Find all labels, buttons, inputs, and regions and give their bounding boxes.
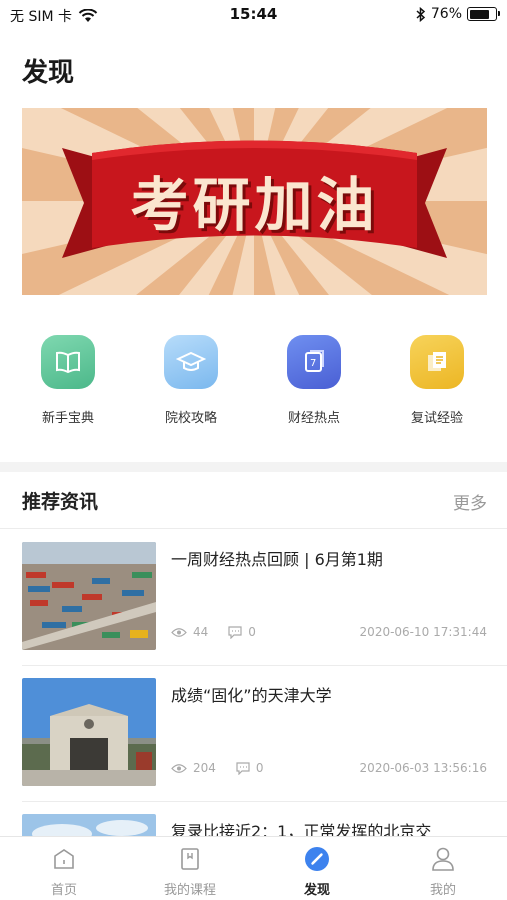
home-icon <box>54 849 74 869</box>
user-icon <box>432 847 454 871</box>
news-date: 2020-06-10 17:31:44 <box>359 625 487 639</box>
section-title: 推荐资讯 <box>22 491 99 513</box>
tab-label: 发现 <box>303 883 330 898</box>
quick-entry-label: 院校攻略 <box>164 411 217 426</box>
comment-icon <box>236 761 250 775</box>
views: 204 <box>171 761 216 775</box>
quick-entry-label: 新手宝典 <box>41 411 94 426</box>
quick-entry-retest-experience[interactable]: 复试经验 <box>382 335 492 426</box>
tab-label: 我的 <box>429 883 456 898</box>
quick-entry-beginner-guide[interactable]: 新手宝典 <box>13 335 123 426</box>
quick-entry-label: 复试经验 <box>410 411 463 426</box>
news-thumbnail-port <box>22 542 156 650</box>
tab-label: 首页 <box>50 883 77 898</box>
finance-news-icon: 7 <box>287 335 341 389</box>
views: 44 <box>171 625 208 639</box>
news-date: 2020-06-03 13:56:16 <box>359 761 487 775</box>
more-link[interactable]: 更多 <box>453 489 487 514</box>
view-count: 44 <box>193 625 209 639</box>
comment-count: 0 <box>255 761 264 775</box>
tab-home[interactable]: 首页 <box>14 845 114 898</box>
header-divider <box>0 528 507 529</box>
tab-my-courses[interactable]: 我的课程 <box>140 845 240 898</box>
news-title[interactable]: 成绩“固化”的天津大学 <box>171 682 491 706</box>
compass-icon <box>305 847 329 871</box>
book-icon <box>41 335 95 389</box>
graduation-cap-icon <box>164 335 218 389</box>
news-item[interactable]: 成绩“固化”的天津大学 204 0 2020-06-03 13:56:16 <box>0 666 507 802</box>
battery-icon <box>467 7 500 21</box>
comments: 0 <box>236 761 264 775</box>
documents-icon <box>410 335 464 389</box>
news-meta: 204 0 2020-06-03 13:56:16 <box>171 758 487 778</box>
comment-icon <box>228 625 242 639</box>
news-meta: 44 0 2020-06-10 17:31:44 <box>171 622 487 642</box>
news-thumbnail-university-gate <box>22 678 156 786</box>
battery-percent: 76% <box>430 6 462 22</box>
comments: 0 <box>228 625 256 639</box>
view-count: 204 <box>193 761 216 775</box>
tab-label: 我的课程 <box>163 883 216 898</box>
quick-entry-school-guide[interactable]: 院校攻略 <box>136 335 246 426</box>
section-divider <box>0 462 507 472</box>
quick-entry-label: 财经热点 <box>287 411 340 426</box>
tab-discover[interactable]: 发现 <box>267 845 367 898</box>
battery-fill <box>469 9 489 19</box>
tab-profile[interactable]: 我的 <box>393 845 493 898</box>
news-item[interactable]: 一周财经热点回顾 | 6月第1期 44 0 2020-06-10 17:31:4… <box>0 530 507 666</box>
promo-banner[interactable]: 考研加油 <box>22 108 487 295</box>
eye-icon <box>171 627 187 637</box>
comment-count: 0 <box>248 625 256 639</box>
recommend-header: 推荐资讯 更多 <box>22 487 487 517</box>
quick-entries: 新手宝典 院校攻略 7 财经热点 复试经验 <box>0 335 507 435</box>
news-title[interactable]: 一周财经热点回顾 | 6月第1期 <box>171 546 491 570</box>
svg-text:7: 7 <box>310 358 316 369</box>
quick-entry-finance-hot[interactable]: 7 财经热点 <box>259 335 369 426</box>
tab-bar: 首页 我的课程 发现 我的 <box>0 836 507 900</box>
eye-icon <box>171 763 187 773</box>
status-right: 76% <box>416 6 500 22</box>
bluetooth-icon <box>416 6 426 22</box>
status-bar: 无 SIM 卡 15:44 76% <box>0 0 507 30</box>
page-title: 发现 <box>22 58 75 88</box>
course-icon <box>181 848 199 870</box>
banner-text: 考研加油 <box>130 171 379 239</box>
